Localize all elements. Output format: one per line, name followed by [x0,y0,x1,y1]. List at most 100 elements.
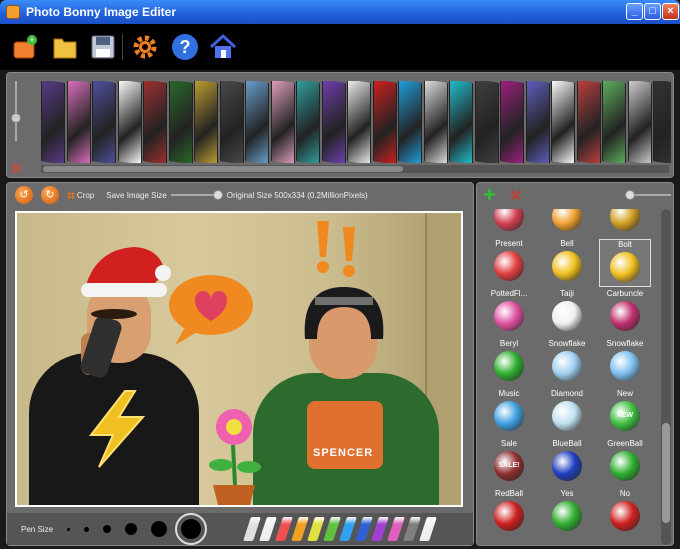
help-icon[interactable]: ? [170,32,200,62]
sticker-item[interactable]: No [599,489,651,537]
sticker-item[interactable] [599,209,651,237]
pen-size-option[interactable] [175,513,208,545]
crop-label[interactable]: Crop [77,191,94,200]
open-icon[interactable]: + [10,32,40,62]
frame-scrollbar-thumb[interactable] [43,166,403,172]
frame-thumbnail[interactable] [245,81,269,163]
frame-thumbnail[interactable] [219,81,244,163]
frame-thumbnail[interactable] [525,81,550,163]
sticker-size-slider[interactable] [625,190,671,200]
diamond-icon [552,401,582,431]
sticker-item[interactable]: BlueBall [541,439,593,487]
pen-size-option[interactable] [103,525,112,533]
sticker-item[interactable]: Bell [541,239,593,287]
sticker-item[interactable]: Snowflake [541,339,593,387]
frame-thumbnail[interactable] [627,81,652,163]
sticker-item[interactable]: Present [483,239,535,287]
frame-thumbnail[interactable] [92,81,116,163]
frame-thumbnail[interactable] [398,81,422,163]
maximize-button[interactable]: □ [644,3,661,20]
pencil-color[interactable] [275,517,293,541]
sticker-item[interactable] [483,209,535,237]
close-button[interactable]: × [662,3,679,20]
delete-sticker-icon[interactable]: ✕ [509,186,522,206]
pencil-color[interactable] [259,517,277,541]
exclamation-sticker [317,221,355,277]
pencil-color[interactable] [387,517,405,541]
image-size-knob[interactable] [212,190,223,200]
frame-thumbnail[interactable] [551,81,575,163]
pencil-color[interactable] [355,517,373,541]
frame-thumbnail[interactable] [41,81,65,163]
sticker-item[interactable]: Snowflake [599,339,651,387]
pen-size-option[interactable] [151,521,168,537]
frame-thumbnail[interactable] [66,81,91,163]
image-size-slider[interactable] [170,190,223,200]
frame-thumbnail[interactable] [321,81,346,163]
frame-thumbnail[interactable] [474,81,499,163]
frame-thumbnail[interactable] [423,81,448,163]
sticker-size-knob[interactable] [625,190,635,200]
photo-canvas[interactable]: SPENCER [15,211,463,507]
sticker-scrollbar-thumb[interactable] [662,423,670,523]
sticker-name: Snowflake [606,339,644,348]
settings-icon[interactable] [130,32,160,62]
pencil-color[interactable] [371,517,389,541]
pen-size-option[interactable] [67,527,71,531]
crop-icon[interactable]: ⌗ [67,187,75,204]
frame-thumbnail[interactable] [576,81,601,163]
frame-thumbnail[interactable] [347,81,371,163]
frame-thumbnail[interactable] [270,81,295,163]
save-icon[interactable] [88,32,118,62]
pencil-color[interactable] [339,517,357,541]
rotate-left-icon[interactable]: ↺ [15,186,33,204]
frame-thumbnail[interactable] [449,81,473,163]
sticker-name: Bolt [618,240,632,249]
sticker-item[interactable]: Sale SALE! [483,439,535,487]
pencil-color[interactable] [307,517,325,541]
sticker-item[interactable] [541,209,593,237]
add-sticker-icon[interactable]: + [483,184,496,206]
pencil-color[interactable] [419,517,437,541]
sticker-item[interactable]: PottedFl... [483,289,535,337]
sticker-item[interactable]: Carbuncle [599,289,651,337]
pencil-color[interactable] [403,517,421,541]
sticker-item[interactable]: Diamond [541,389,593,437]
sticker-scrollbar[interactable] [661,209,671,545]
clear-frame-icon[interactable]: ✕ [10,159,23,179]
sticker-item[interactable]: Yes [541,489,593,537]
home-icon[interactable] [208,32,238,62]
sticker-item[interactable]: RedBall [483,489,535,537]
pencil-color[interactable] [291,517,309,541]
moneybag-icon [610,209,640,231]
frame-thumbnail[interactable] [143,81,167,163]
frame-thumbnail[interactable] [296,81,320,163]
minimize-button[interactable]: _ [626,3,643,20]
pencil-color[interactable] [323,517,341,541]
pen-size-option[interactable] [84,526,90,532]
frame-scrollbar[interactable] [41,165,669,173]
frame-thumbnail[interactable] [602,81,626,163]
frame-thumbnail[interactable] [653,81,671,163]
save-image-size-label: Save Image Size [106,190,167,200]
pen-size-option[interactable] [125,523,138,535]
red-ball-icon [494,501,524,531]
pencil-color[interactable] [243,517,261,541]
sticker-item[interactable]: New NEW [599,389,651,437]
sticker-item[interactable]: Music [483,389,535,437]
sticker-item[interactable]: GreenBall [599,439,651,487]
svg-text:+: + [29,35,34,45]
frame-thumbnail[interactable] [117,81,142,163]
sticker-name: Present [495,239,523,248]
sticker-item[interactable]: Beryl [483,339,535,387]
folder-icon[interactable] [50,32,80,62]
frame-thumbnail[interactable] [168,81,193,163]
frame-thumbnail[interactable] [372,81,397,163]
sticker-item[interactable]: Bolt [599,239,651,287]
strip-zoom-slider[interactable] [11,81,21,151]
frame-thumbnail[interactable] [194,81,218,163]
strip-zoom-knob[interactable] [11,113,21,123]
rotate-right-icon[interactable]: ↻ [41,186,59,204]
frame-thumbnail[interactable] [500,81,524,163]
sticker-item[interactable]: Taiji [541,289,593,337]
